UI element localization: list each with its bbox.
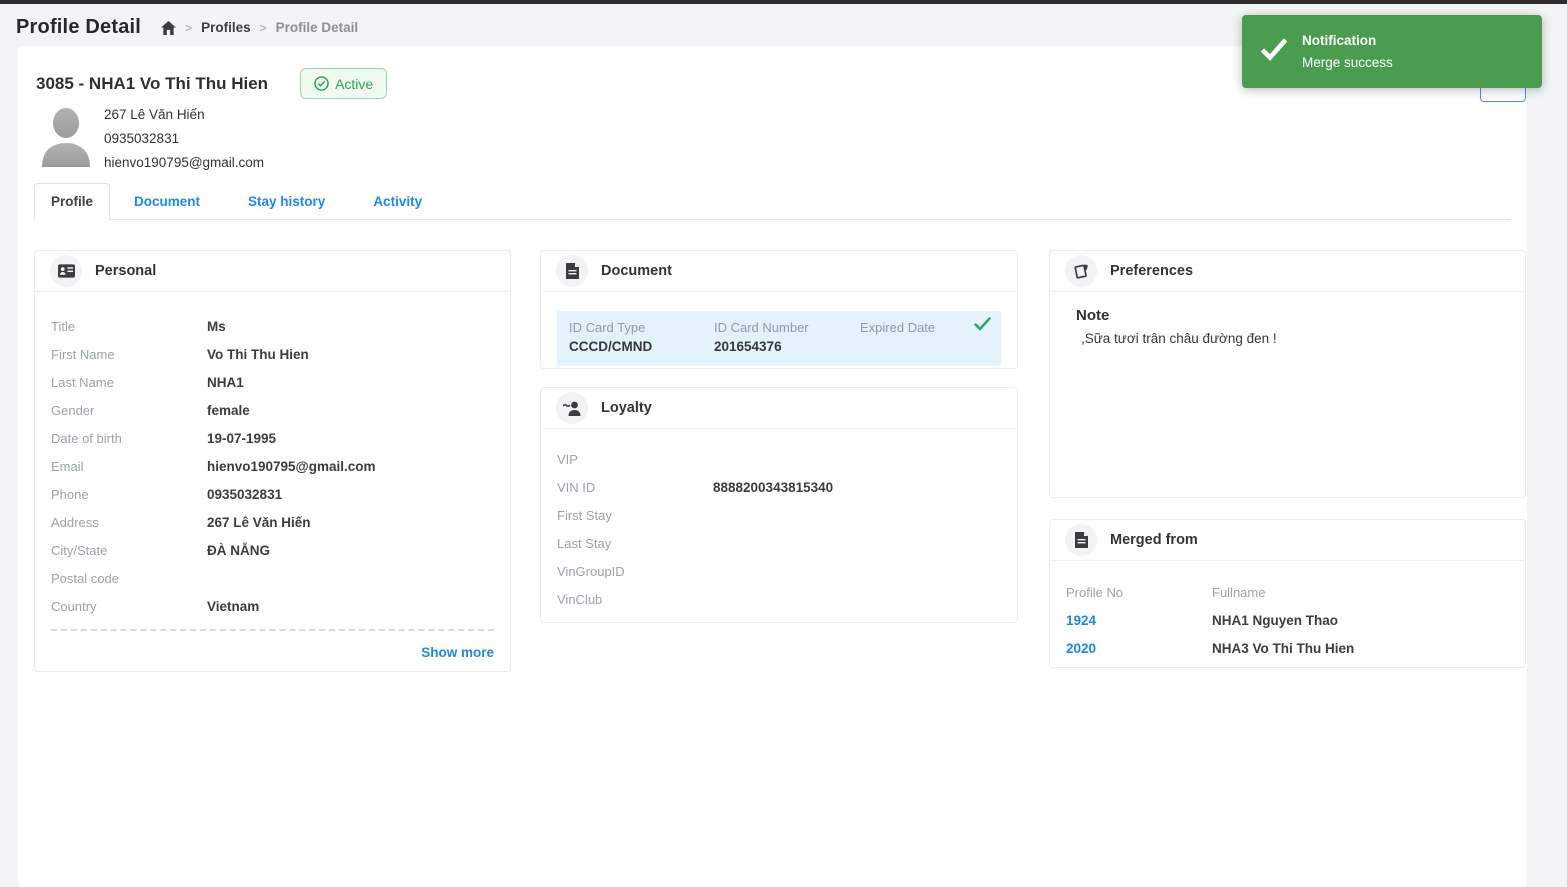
- profile-phone: 0935032831: [104, 131, 180, 146]
- note-text: ,Sữa tươi trân châu đường đen !: [1081, 331, 1277, 346]
- merged-row: 1924 NHA1 Nguyen Thao: [1066, 606, 1509, 634]
- note-label: Note: [1076, 307, 1110, 324]
- field-vin-id: VIN ID 8888200343815340: [557, 479, 834, 495]
- preferences-card: Preferences Note ,Sữa tươi trân châu đườ…: [1049, 250, 1526, 498]
- field-first-name: First Name Vo Thi Thu Hien: [51, 346, 309, 362]
- breadcrumb-separator: >: [259, 20, 267, 35]
- top-bar: [0, 0, 1567, 4]
- document-card-title: Document: [601, 263, 672, 279]
- file-icon: [1065, 524, 1097, 556]
- preferences-card-header: Preferences: [1050, 251, 1525, 292]
- toast-message: Merge success: [1302, 55, 1393, 70]
- merged-profile-name: NHA3 Vo Thi Thu Hien: [1212, 640, 1355, 656]
- document-card: Document ID Card Type ID Card Number Exp…: [540, 250, 1018, 369]
- doc-col-expired-label: Expired Date: [860, 320, 936, 335]
- notes-icon: [1065, 255, 1097, 287]
- loyalty-card-title: Loyalty: [601, 400, 652, 416]
- merged-table-header: Profile No Fullname: [1066, 578, 1509, 606]
- profile-name: 3085 - NHA1 Vo Thi Thu Hien: [36, 73, 269, 93]
- profile-contact-block: 267 Lê Văn Hiến 0935032831 hienvo190795@…: [104, 103, 264, 175]
- notification-toast[interactable]: Notification Merge success: [1242, 15, 1542, 88]
- field-title: Title Ms: [51, 318, 226, 334]
- merged-from-card-title: Merged from: [1110, 532, 1198, 548]
- breadcrumb: > Profiles > Profile Detail: [161, 20, 358, 35]
- merged-profile-link[interactable]: 2020: [1066, 641, 1212, 656]
- field-email: Email hienvo190795@gmail.com: [51, 458, 376, 474]
- tab-activity[interactable]: Activity: [349, 184, 446, 219]
- check-circle-icon: [314, 76, 329, 91]
- field-country: Country Vietnam: [51, 598, 260, 614]
- merged-col-profile-no: Profile No: [1066, 584, 1124, 600]
- tab-profile[interactable]: Profile: [34, 183, 111, 220]
- toast-title: Notification: [1302, 33, 1377, 48]
- tab-bar: Profile Document Stay history Activity: [34, 183, 1511, 220]
- page-title: Profile Detail: [16, 16, 142, 38]
- field-gender: Gender female: [51, 402, 250, 418]
- file-icon: [556, 255, 588, 287]
- check-icon: [1260, 37, 1288, 66]
- profile-address: 267 Lê Văn Hiến: [104, 107, 205, 122]
- merged-profile-name: NHA1 Nguyen Thao: [1212, 612, 1339, 628]
- doc-type-value: CCCD/CMND: [569, 339, 653, 354]
- profile-email: hienvo190795@gmail.com: [104, 155, 265, 170]
- personal-card: Personal Title Ms First Name Vo Thi Thu Hi…: [34, 250, 511, 672]
- field-last-name: Last Name NHA1: [51, 374, 244, 390]
- tab-stay-history[interactable]: Stay history: [224, 184, 349, 219]
- show-more-link[interactable]: Show more: [421, 645, 494, 660]
- loyalty-card-header: Loyalty: [541, 388, 1017, 429]
- doc-col-number-label: ID Card Number: [714, 320, 809, 335]
- breadcrumb-separator: >: [185, 20, 193, 35]
- check-icon: [974, 317, 991, 336]
- field-city-state: City/State ĐÀ NẴNG: [51, 542, 270, 558]
- field-vingroupid: VinGroupID: [557, 563, 625, 579]
- personal-card-title: Personal: [95, 263, 157, 279]
- document-card-header: Document: [541, 251, 1017, 292]
- preferences-card-title: Preferences: [1110, 263, 1194, 279]
- breadcrumb-current: Profile Detail: [275, 20, 359, 35]
- status-badge-label: Active: [335, 75, 374, 92]
- doc-number-value: 201654376: [714, 339, 782, 354]
- merged-row: 2020 NHA3 Vo Thi Thu Hien: [1066, 634, 1509, 662]
- personal-card-header: Personal: [35, 251, 510, 292]
- field-first-stay: First Stay: [557, 507, 612, 523]
- field-date-of-birth: Date of birth 19-07-1995: [51, 430, 277, 446]
- member-icon: [556, 392, 588, 424]
- home-icon[interactable]: [161, 20, 177, 35]
- merged-from-card-header: Merged from: [1050, 520, 1525, 561]
- merged-profile-link[interactable]: 1924: [1066, 613, 1212, 628]
- merged-col-fullname: Fullname: [1212, 584, 1266, 600]
- field-address: Address 267 Lê Văn Hiến: [51, 514, 311, 530]
- main-container: 3085 - NHA1 Vo Thi Thu Hien Active 267 L…: [18, 46, 1527, 887]
- doc-col-type-label: ID Card Type: [569, 320, 646, 335]
- status-badge: Active: [300, 68, 388, 99]
- field-phone: Phone 0935032831: [51, 486, 283, 502]
- field-last-stay: Last Stay: [557, 535, 612, 551]
- merged-from-card: Merged from Profile No Fullname 1924 NHA…: [1049, 519, 1526, 668]
- id-card-icon: [50, 255, 82, 287]
- doc-expired-value: [860, 337, 989, 357]
- avatar: [38, 103, 94, 167]
- tab-document[interactable]: Document: [110, 184, 224, 219]
- page-header: Profile Detail > Profiles > Profile Deta…: [16, 16, 358, 39]
- field-postal-code: Postal code: [51, 570, 119, 586]
- document-row[interactable]: ID Card Type ID Card Number Expired Date…: [557, 311, 1001, 366]
- field-vinclub: VinClub: [557, 591, 603, 607]
- field-vip: VIP: [557, 451, 578, 467]
- loyalty-card: Loyalty VIP VIN ID 8888200343815340 First…: [540, 387, 1018, 623]
- breadcrumb-profiles[interactable]: Profiles: [201, 20, 251, 35]
